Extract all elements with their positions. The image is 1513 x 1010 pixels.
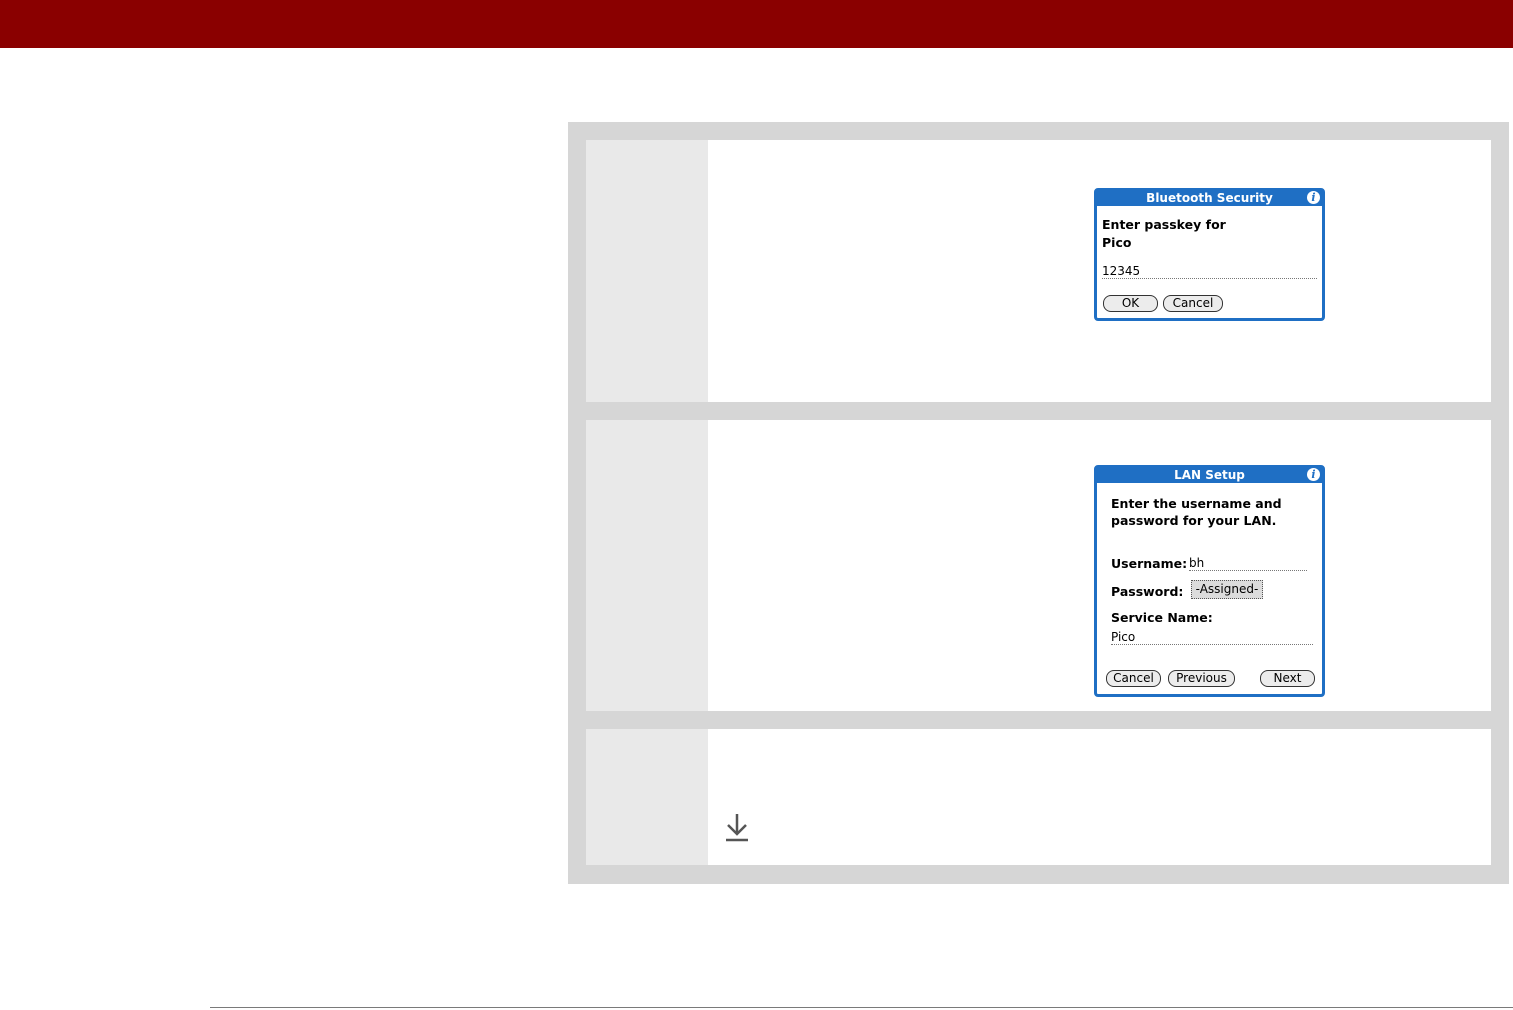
step-body: Bluetooth Security i Enter passkey for P… <box>708 140 1491 402</box>
bluetooth-security-dialog: Bluetooth Security i Enter passkey for P… <box>1094 188 1325 321</box>
password-label: Password: <box>1111 584 1184 599</box>
service-name-label: Service Name: <box>1111 610 1213 625</box>
passkey-prompt-line1: Enter passkey for <box>1102 217 1226 232</box>
footer-rule <box>210 1007 1513 1008</box>
download-arrow-icon <box>726 814 748 842</box>
info-icon[interactable]: i <box>1307 191 1320 204</box>
passkey-input[interactable]: 12345 <box>1102 264 1317 279</box>
cancel-button[interactable]: Cancel <box>1163 295 1223 312</box>
lan-prompt-line2: password for your LAN. <box>1111 513 1277 528</box>
username-label: Username: <box>1111 556 1188 571</box>
username-input[interactable]: bh <box>1189 556 1307 571</box>
step-row-2: LAN Setup i Enter the username and passw… <box>586 420 1491 711</box>
dialog-title: LAN Setup <box>1097 468 1322 483</box>
password-selector[interactable]: -Assigned- <box>1191 580 1263 599</box>
dialog-title: Bluetooth Security <box>1097 191 1322 206</box>
device-name: Pico <box>1102 235 1132 250</box>
info-icon[interactable]: i <box>1307 468 1320 481</box>
lan-setup-dialog: LAN Setup i Enter the username and passw… <box>1094 465 1325 697</box>
cancel-button[interactable]: Cancel <box>1106 670 1161 687</box>
step-body <box>708 729 1491 865</box>
step-row-1: Bluetooth Security i Enter passkey for P… <box>586 140 1491 402</box>
previous-button[interactable]: Previous <box>1168 670 1235 687</box>
step-body: LAN Setup i Enter the username and passw… <box>708 420 1491 711</box>
service-name-input[interactable]: Pico <box>1111 630 1313 645</box>
ok-button[interactable]: OK <box>1103 295 1158 312</box>
next-button[interactable]: Next <box>1260 670 1315 687</box>
lan-prompt-line1: Enter the username and <box>1111 496 1282 511</box>
step-row-3 <box>586 729 1491 865</box>
step-number-cell <box>586 140 708 402</box>
header-bar <box>0 0 1513 48</box>
steps-panel: Bluetooth Security i Enter passkey for P… <box>568 122 1509 884</box>
step-number-cell <box>586 729 708 865</box>
step-number-cell <box>586 420 708 711</box>
